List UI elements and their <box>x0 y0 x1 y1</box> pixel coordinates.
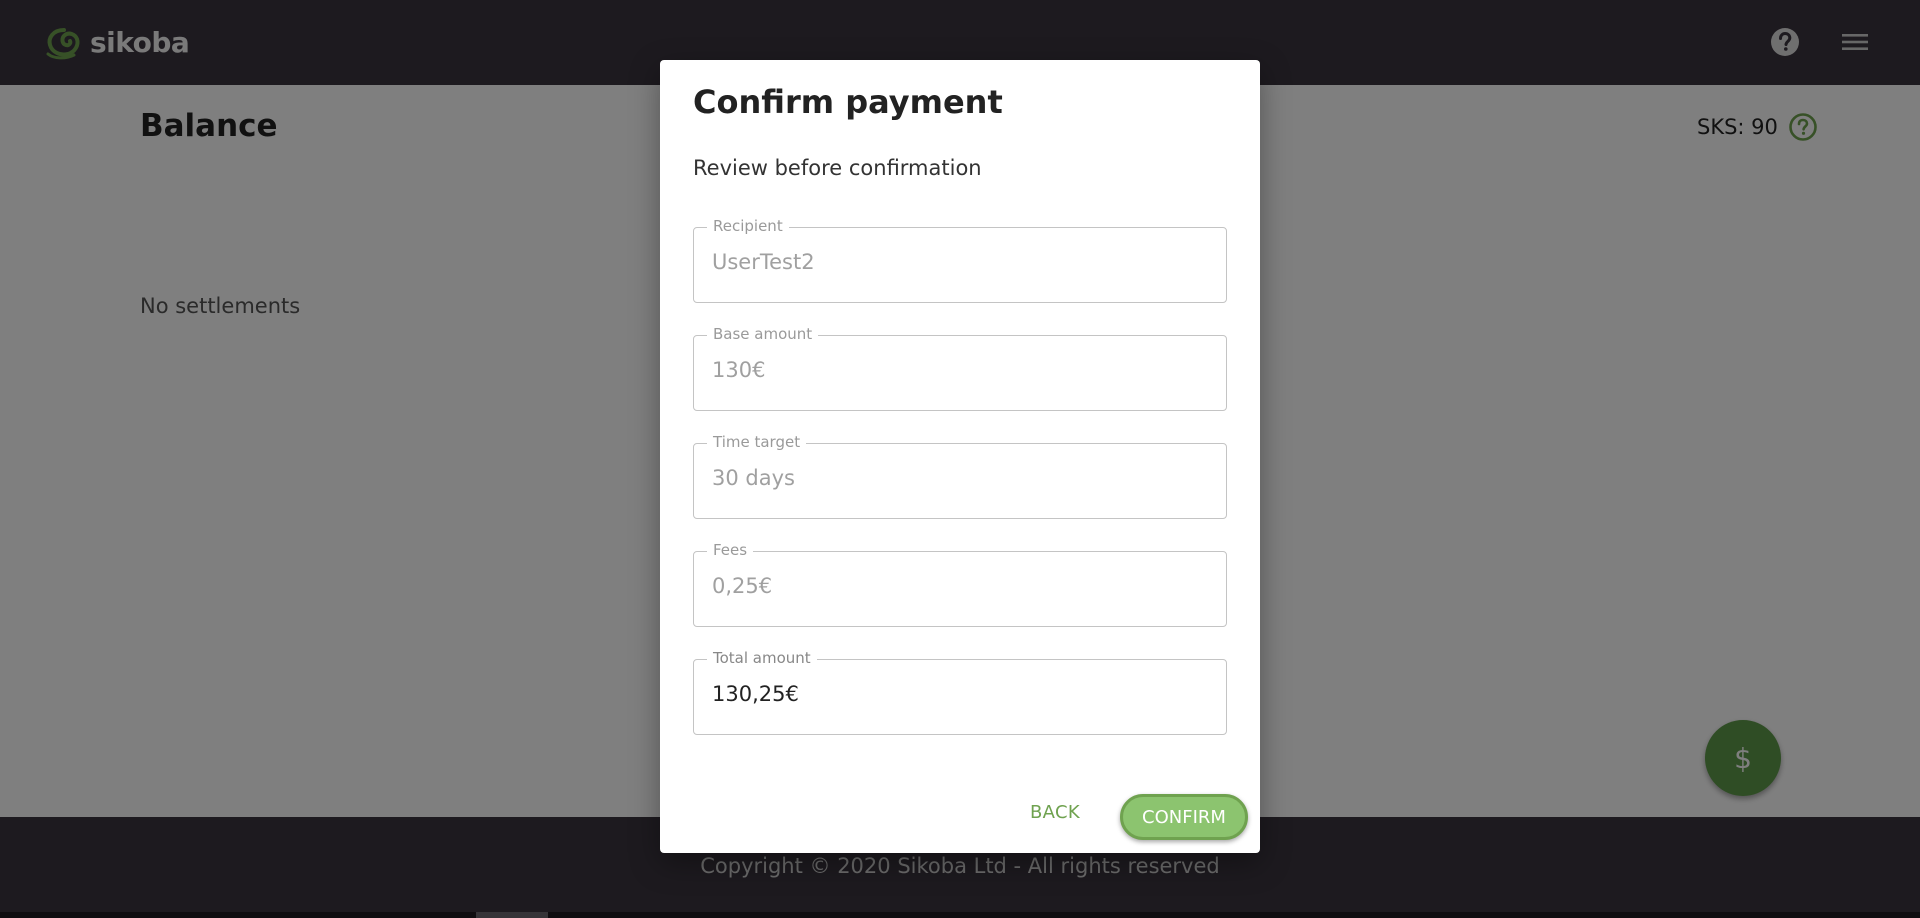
field-value: 0,25€ <box>712 574 773 598</box>
confirm-payment-dialog: Confirm payment Review before confirmati… <box>660 60 1260 853</box>
recipient-field[interactable]: Recipient UserTest2 <box>693 217 1227 303</box>
field-label: Time target <box>707 433 807 451</box>
field-value: 130€ <box>712 358 766 382</box>
field-label: Total amount <box>707 649 817 667</box>
field-value: 130,25€ <box>712 682 799 706</box>
base-amount-field[interactable]: Base amount 130€ <box>693 325 1227 411</box>
time-target-field[interactable]: Time target 30 days <box>693 433 1227 519</box>
total-amount-field[interactable]: Total amount 130,25€ <box>693 649 1227 735</box>
dialog-subtitle: Review before confirmation <box>693 156 982 180</box>
confirm-button[interactable]: CONFIRM <box>1120 794 1248 840</box>
field-value: UserTest2 <box>712 250 815 274</box>
field-label: Base amount <box>707 325 819 343</box>
dialog-title: Confirm payment <box>693 83 1003 121</box>
back-button[interactable]: BACK <box>1030 802 1080 823</box>
field-value: 30 days <box>712 466 795 490</box>
field-label: Fees <box>707 541 754 559</box>
fees-field[interactable]: Fees 0,25€ <box>693 541 1227 627</box>
field-label: Recipient <box>707 217 789 235</box>
